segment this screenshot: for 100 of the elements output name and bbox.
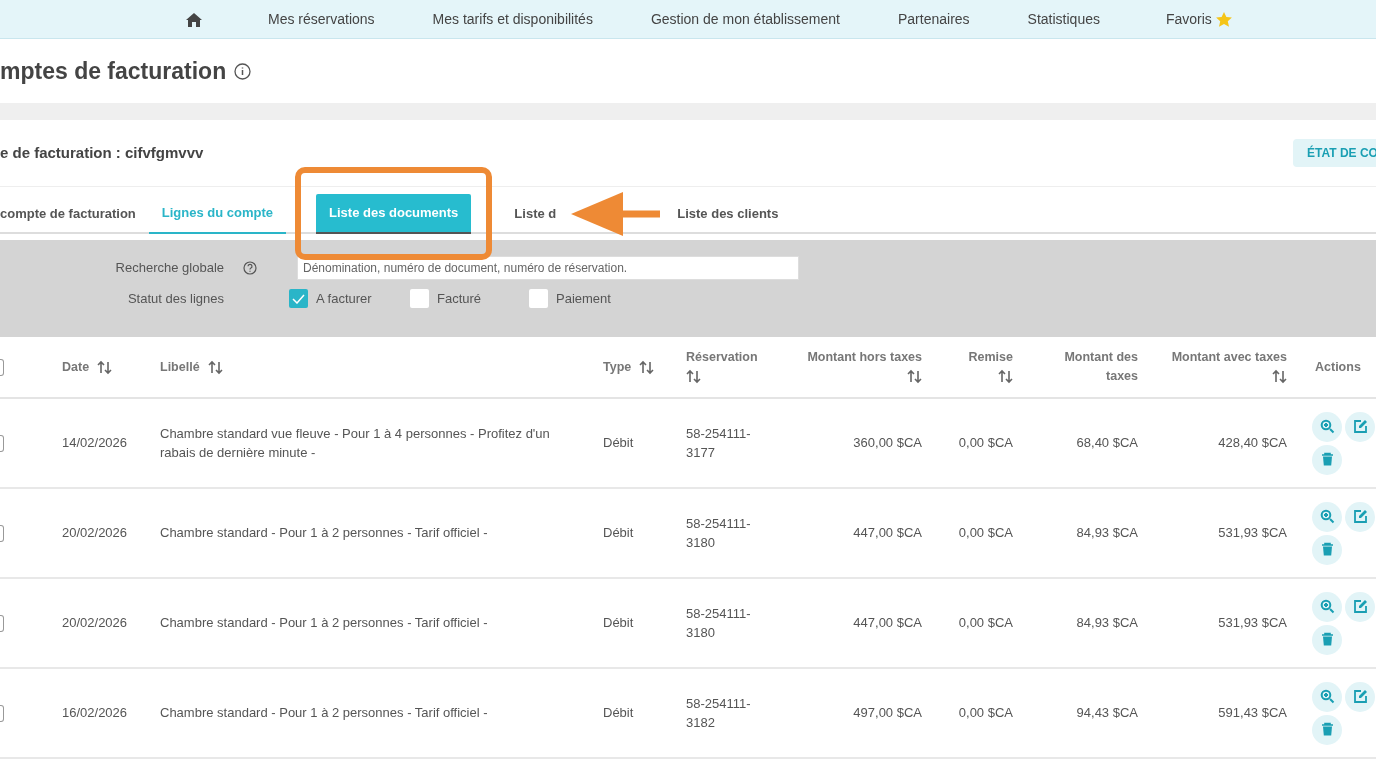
page-title: mptes de facturation — [0, 56, 227, 86]
table-cell: Débit — [603, 435, 634, 451]
row-checkbox[interactable] — [0, 434, 4, 452]
edit-button[interactable] — [1345, 501, 1375, 532]
table-cell: Débit — [603, 705, 634, 721]
column-header: Type — [603, 358, 632, 376]
zoom-in-button[interactable] — [1312, 681, 1342, 712]
column-header: Date — [62, 358, 90, 376]
info-icon[interactable] — [234, 62, 252, 80]
trash-button[interactable] — [1312, 624, 1342, 655]
table-cell: Chambre standard vue fleuve - Pour 1 à 4 personnes - Profitez d'un rabais de dernière minute - — [160, 425, 550, 460]
table-cell: 447,00 $CA — [853, 525, 922, 541]
row-checkbox[interactable] — [0, 524, 4, 542]
table-cell: 0,00 $CA — [958, 525, 1013, 541]
checkbox-label: Facturé — [437, 290, 482, 308]
table-cell: 0,00 $CA — [958, 435, 1013, 451]
trash-button[interactable] — [1312, 444, 1342, 475]
table-cell: 20/02/2026 — [62, 525, 128, 541]
zoom-in-icon — [1319, 419, 1335, 434]
nav-link[interactable]: Mes tarifs et disponibilités — [432, 8, 593, 30]
row-checkbox[interactable] — [0, 614, 4, 632]
trash-icon — [1319, 722, 1335, 737]
help-icon[interactable] — [243, 261, 257, 275]
table-cell: 531,93 $CA — [1218, 525, 1287, 541]
checkbox[interactable] — [529, 289, 548, 309]
column-header: Réservation — [686, 349, 759, 367]
zoom-in-icon — [1319, 599, 1335, 614]
column-header: Montant des taxes — [1063, 349, 1138, 385]
edit-icon — [1352, 419, 1368, 434]
table-cell: 16/02/2026 — [62, 705, 128, 721]
table-cell: 84,93 $CA — [1076, 525, 1138, 541]
table-cell: Chambre standard - Pour 1 à 2 personnes - Tarif officiel - — [160, 615, 488, 631]
tab[interactable]: Liste d — [501, 194, 570, 234]
account-heading: e de facturation : cifvfgmvvv — [0, 144, 204, 162]
table-cell: 0,00 $CA — [958, 615, 1013, 631]
edit-button[interactable] — [1345, 591, 1375, 622]
table-cell: 531,93 $CA — [1218, 615, 1287, 631]
table-cell: Débit — [603, 525, 634, 541]
table-cell: 0,00 $CA — [958, 705, 1013, 721]
table-cell: 68,40 $CA — [1076, 435, 1138, 451]
zoom-in-button[interactable] — [1312, 501, 1342, 532]
trash-icon — [1319, 542, 1335, 557]
sort-icon[interactable] — [998, 369, 1013, 385]
nav-link[interactable]: Statistiques — [1027, 8, 1100, 30]
table-cell: 94,43 $CA — [1076, 705, 1138, 721]
column-header: Actions — [1315, 358, 1361, 376]
tab[interactable]: compte de facturation — [0, 194, 149, 234]
column-header: Montant hors taxes — [806, 349, 922, 367]
sort-icon[interactable] — [907, 369, 922, 385]
sort-icon[interactable] — [639, 359, 655, 375]
column-header: Montant avec taxes — [1170, 349, 1287, 367]
table-cell: 591,43 $CA — [1218, 705, 1287, 721]
trash-icon — [1319, 632, 1335, 647]
row-checkbox[interactable] — [0, 704, 4, 722]
star-icon — [1215, 11, 1232, 27]
column-header: Remise — [967, 349, 1013, 367]
table-cell: 14/02/2026 — [62, 435, 128, 451]
edit-button[interactable] — [1345, 681, 1375, 712]
zoom-in-button[interactable] — [1312, 591, 1342, 622]
nav-link[interactable]: Mes réservations — [268, 8, 375, 30]
zoom-in-icon — [1319, 689, 1335, 704]
table-cell: Chambre standard - Pour 1 à 2 personnes - Tarif officiel - — [160, 525, 488, 541]
checkbox[interactable] — [410, 289, 429, 309]
table-cell: 84,93 $CA — [1076, 615, 1138, 631]
checkbox-label: A facturer — [316, 290, 372, 308]
edit-icon — [1352, 689, 1368, 704]
table-cell: 20/02/2026 — [62, 615, 128, 631]
trash-icon — [1319, 452, 1335, 467]
table-cell-text: 58-254111-3177 — [686, 424, 752, 462]
sort-icon[interactable] — [686, 369, 701, 385]
table-cell: 497,00 $CA — [853, 705, 922, 721]
checkbox-label: Paiement — [556, 290, 611, 308]
edit-icon — [1352, 509, 1368, 524]
sort-icon[interactable] — [1272, 369, 1287, 385]
nav-link[interactable]: Gestion de mon établissement — [650, 8, 840, 30]
table-cell: 428,40 $CA — [1218, 435, 1287, 451]
favorites-link[interactable]: Favoris — [1165, 8, 1232, 30]
checkbox[interactable] — [289, 289, 308, 309]
favorites-label: Favoris — [1165, 9, 1212, 29]
search-label: Recherche globale — [114, 259, 224, 278]
table-cell-text: 58-254111-3182 — [686, 694, 752, 732]
zoom-in-button[interactable] — [1312, 411, 1342, 442]
edit-icon — [1352, 599, 1368, 614]
edit-button[interactable] — [1345, 411, 1375, 442]
zoom-in-icon — [1319, 509, 1335, 524]
table-cell: 447,00 $CA — [853, 615, 922, 631]
search-field[interactable]: Dénomination, numéro de document, numéro de réservation. — [297, 256, 799, 280]
table-cell: 360,00 $CA — [853, 435, 922, 451]
table-cell-text: 58-254111-3180 — [686, 604, 752, 642]
select-all-checkbox[interactable] — [0, 358, 4, 376]
trash-button[interactable] — [1312, 714, 1342, 745]
sort-icon[interactable] — [207, 359, 223, 375]
sort-icon[interactable] — [97, 359, 113, 375]
column-header: Libellé — [160, 358, 200, 376]
table-cell-text: 58-254111-3180 — [686, 514, 752, 552]
table-cell: Débit — [603, 615, 634, 631]
table-cell: Chambre standard - Pour 1 à 2 personnes - Tarif officiel - — [160, 705, 488, 721]
tab[interactable]: Liste des clients — [664, 194, 792, 234]
nav-link[interactable]: Partenaires — [898, 8, 970, 30]
trash-button[interactable] — [1312, 534, 1342, 565]
